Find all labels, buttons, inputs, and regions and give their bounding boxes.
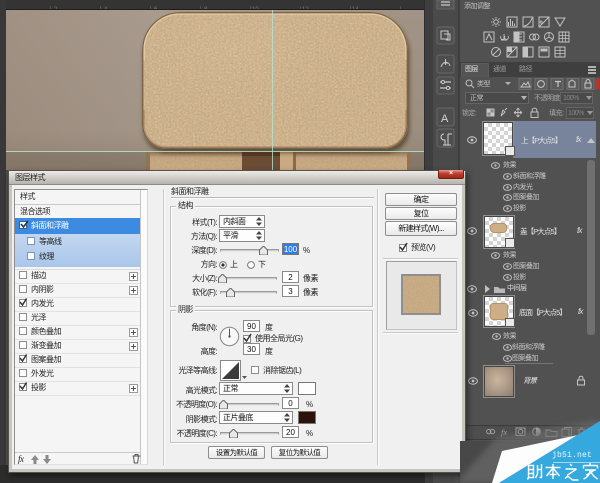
svg-text:A: A (441, 113, 449, 125)
